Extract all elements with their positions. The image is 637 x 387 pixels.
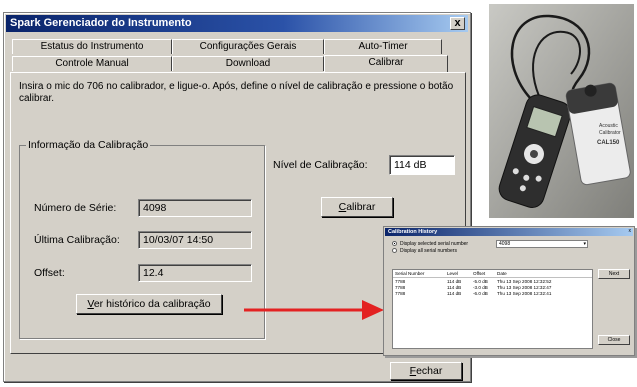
close-label: echar: [416, 365, 443, 377]
tab-row-front: Controle Manual Download Calibrar: [12, 55, 448, 72]
history-close-button[interactable]: Close: [598, 335, 630, 345]
instruction-text: Insira o mic do 706 no calibrador, e lig…: [19, 81, 454, 104]
table-row-2-offset: -6.0 dB: [473, 291, 488, 296]
calibrate-label: alibrar: [346, 201, 376, 213]
calibration-level-label: Nível de Calibração:: [273, 159, 368, 171]
header-divider: [393, 277, 592, 278]
history-list[interactable]: Serial Number Level Offset Date 7788 114…: [392, 269, 593, 349]
radio-all-serials[interactable]: [392, 248, 397, 253]
tab-instrument-status[interactable]: Estatus do Instrumento: [12, 39, 172, 54]
serial-select-value: 4098: [499, 241, 511, 247]
calibration-info-group: Informação da Calibração Número de Série…: [19, 139, 265, 339]
view-calibration-history-button[interactable]: Ver histórico da calibração: [76, 294, 222, 314]
close-button[interactable]: Fechar: [390, 362, 462, 380]
chevron-down-icon: ▾: [583, 241, 586, 247]
device-photo: Acoustic Calibrator CAL150: [489, 4, 634, 218]
tab-download[interactable]: Download: [172, 56, 324, 71]
calibration-info-title: Informação da Calibração: [26, 139, 151, 151]
serial-select[interactable]: 4098 ▾: [496, 240, 588, 248]
tab-manual-control[interactable]: Controle Manual: [12, 56, 172, 71]
calibrator-text-1: Acoustic: [599, 123, 618, 129]
calibrator-model: CAL150: [597, 140, 620, 146]
title-bar: Spark Gerenciador do Instrumento x: [6, 15, 468, 32]
calibrator-text-2: Calibrator: [599, 130, 621, 136]
history-close-icon[interactable]: x: [629, 228, 632, 234]
history-title: Calibration History: [388, 229, 438, 235]
table-row-2-level: 114 dB: [447, 291, 462, 296]
offset-label: Offset:: [34, 267, 65, 279]
table-row-2-date: Thu 13 Sep 2008 12:32:41: [497, 291, 552, 296]
window-title: Spark Gerenciador do Instrumento: [10, 17, 192, 29]
tab-general-settings[interactable]: Configurações Gerais: [172, 39, 324, 54]
serial-number-value: 4098: [138, 199, 252, 217]
tab-auto-timer[interactable]: Auto-Timer: [324, 39, 442, 54]
last-calibration-value: 10/03/07 14:50: [138, 231, 252, 249]
close-window-button[interactable]: x: [450, 17, 465, 30]
offset-value: 12.4: [138, 264, 252, 282]
radio-selected-serial-label: Display selected serial number: [400, 241, 469, 247]
last-calibration-label: Última Calibração:: [34, 234, 120, 246]
calibration-history-window: Calibration History x Display selected s…: [383, 226, 635, 356]
calibration-level-input[interactable]: 114 dB: [389, 155, 455, 175]
view-history-label: er histórico da calibração: [93, 298, 211, 310]
radio-selected-serial[interactable]: [392, 241, 397, 246]
red-arrow-icon: [244, 300, 384, 320]
radio-all-serials-label: Display all serial numbers: [400, 248, 457, 254]
table-row-2-serial: 7788: [395, 291, 406, 296]
tab-row-back: Estatus do Instrumento Configurações Ger…: [12, 39, 442, 54]
tab-calibrate[interactable]: Calibrar: [324, 55, 448, 72]
next-button[interactable]: Next: [598, 269, 630, 279]
calibrate-button[interactable]: Calibrar: [321, 197, 393, 217]
sound-meter-illustration: Acoustic Calibrator CAL150: [489, 4, 634, 218]
serial-number-label: Número de Série:: [34, 202, 117, 214]
history-title-bar: Calibration History: [385, 228, 633, 236]
